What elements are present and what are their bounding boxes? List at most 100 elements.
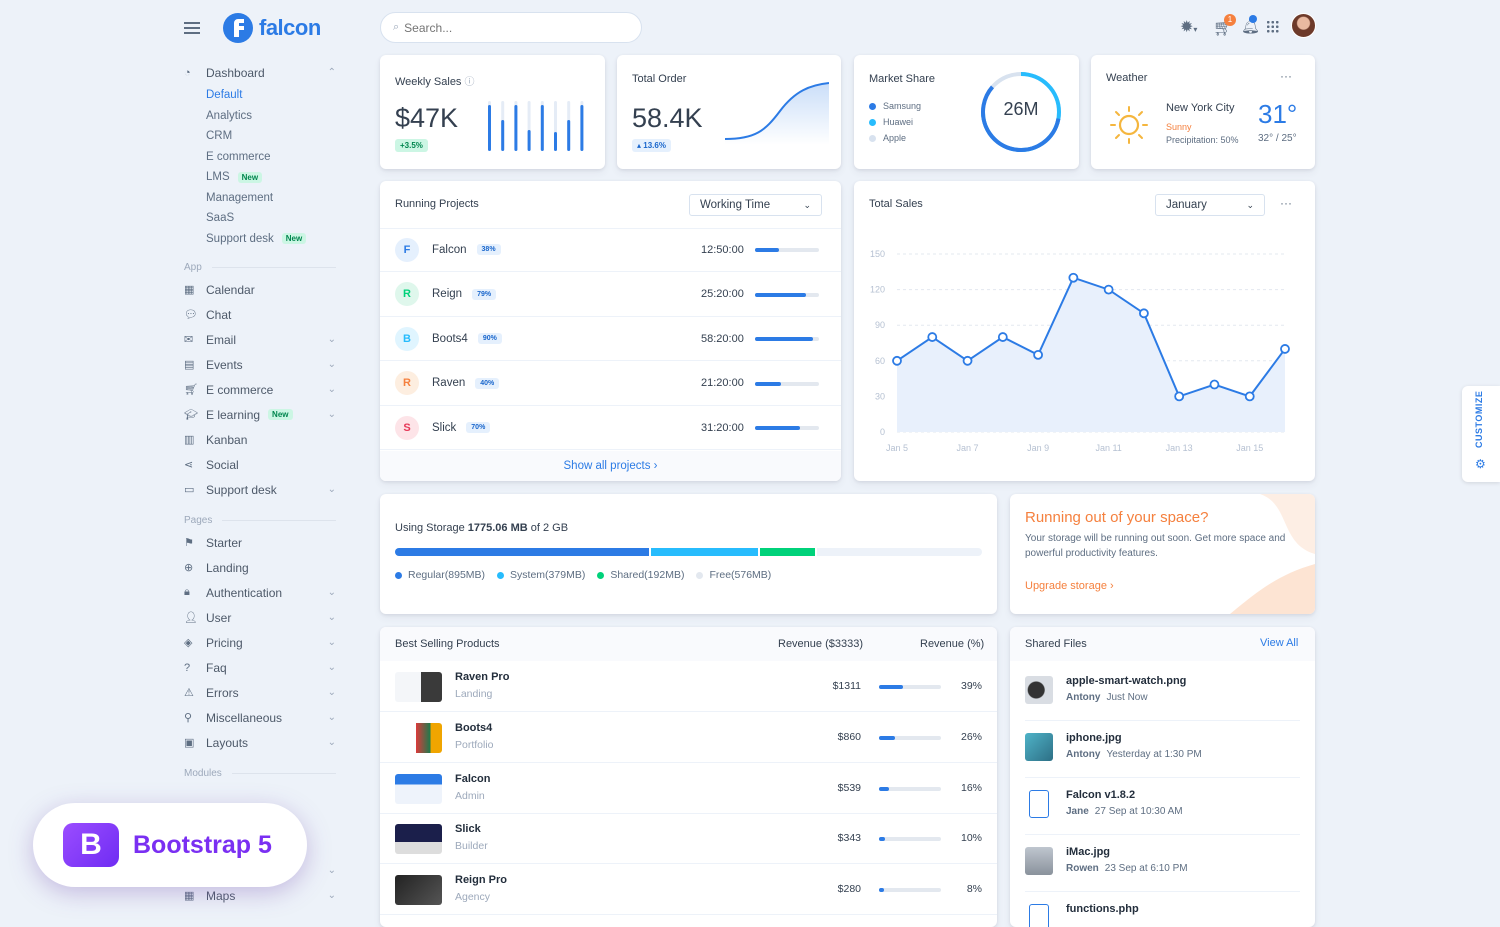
product-name[interactable]: Boots4 xyxy=(455,722,492,734)
nav-dashboard-sub[interactable]: Analytics xyxy=(184,106,336,127)
shared-file-row[interactable]: apple-smart-watch.png Antony Just Now xyxy=(1025,664,1300,721)
product-row[interactable]: Raven Pro Landing $1311 39% xyxy=(380,661,997,712)
nav-dashboard[interactable]: ◔ Dashboard ⌃ xyxy=(184,60,336,85)
new-badge: New xyxy=(268,409,293,420)
project-row[interactable]: R Reign 79% 25:20:00 xyxy=(380,273,841,317)
project-row[interactable]: S Slick 70% 31:20:00 xyxy=(380,406,841,451)
nav-app-item[interactable]: ⋖ Social xyxy=(184,452,336,477)
sales-point[interactable] xyxy=(1033,349,1043,360)
shared-file-row[interactable]: functions.php xyxy=(1025,892,1300,927)
theme-toggle-icon[interactable]: ✹▾ xyxy=(1180,17,1197,37)
nav-item-label: Authentication xyxy=(206,585,283,600)
market-share-center-value: 26M xyxy=(1003,99,1039,119)
project-name: Slick xyxy=(432,421,457,434)
project-row[interactable]: R Raven 40% 21:20:00 xyxy=(380,362,841,406)
sales-point[interactable] xyxy=(892,355,902,366)
upgrade-storage-link[interactable]: Upgrade storage › xyxy=(1025,580,1114,592)
nav-page-item[interactable]: ? Faq ⌄ xyxy=(184,655,336,680)
nav-app-item[interactable]: ✉ Email ⌄ xyxy=(184,327,336,352)
nav-app-item[interactable]: 💬︎ Chat xyxy=(184,302,336,327)
project-row[interactable]: F Falcon 38% 12:50:00 xyxy=(380,228,841,272)
product-row[interactable]: Reign Pro Agency $280 8% xyxy=(380,864,997,916)
show-all-projects-link[interactable]: Show all projects › xyxy=(380,451,841,481)
nav-page-item[interactable]: 👤︎ User ⌄ xyxy=(184,605,336,630)
project-pct-badge: 90% xyxy=(477,333,502,345)
sales-point[interactable] xyxy=(1209,379,1220,390)
sales-point[interactable] xyxy=(927,332,938,342)
nav-page-item[interactable]: ⊕ Landing xyxy=(184,555,336,580)
file-name[interactable]: iphone.jpg xyxy=(1066,732,1122,744)
menu-toggle-icon[interactable] xyxy=(184,22,200,34)
file-name[interactable]: functions.php xyxy=(1066,903,1139,915)
project-pct-badge: 79% xyxy=(472,288,497,300)
search-box[interactable]: ⌕ xyxy=(380,12,642,43)
apps-grid-icon[interactable] xyxy=(1266,20,1279,33)
product-name[interactable]: Falcon xyxy=(455,773,490,785)
product-name[interactable]: Raven Pro xyxy=(455,671,509,683)
sales-point[interactable] xyxy=(997,332,1008,342)
search-input[interactable] xyxy=(404,20,605,35)
nav-page-item[interactable]: ◈ Pricing ⌄ xyxy=(184,630,336,655)
storage-progress-bar xyxy=(395,548,982,556)
product-row[interactable]: Slick Builder $343 10% xyxy=(380,813,997,865)
nav-page-item[interactable]: ▣ Layouts ⌄ xyxy=(184,730,336,755)
shared-file-row[interactable]: iMac.jpg Rowen 23 Sep at 6:10 PM xyxy=(1025,835,1300,892)
gear-icon: ⚙ xyxy=(1475,457,1486,471)
weekly-sales-bar xyxy=(488,105,491,151)
nav-dashboard-sub[interactable]: Support desk New xyxy=(184,229,336,250)
sales-point[interactable] xyxy=(1174,391,1185,402)
sales-point[interactable] xyxy=(1244,391,1255,402)
nav-app-item[interactable]: 🛒︎ E commerce ⌄ xyxy=(184,377,336,402)
sales-area xyxy=(897,277,1285,432)
legend-dot xyxy=(696,571,704,579)
product-name[interactable]: Slick xyxy=(455,823,481,835)
nav-app-item[interactable]: 🎓︎ E learning New ⌄ xyxy=(184,402,336,427)
y-tick-label: 60 xyxy=(875,356,885,366)
sales-point[interactable] xyxy=(1139,308,1149,319)
brand-logo[interactable]: falcon xyxy=(222,12,321,44)
month-select[interactable]: January ⌄ xyxy=(1155,194,1265,216)
nav-page-item[interactable]: 🔒︎ Authentication ⌄ xyxy=(184,580,336,605)
nav-dashboard-sub[interactable]: Management xyxy=(184,188,336,209)
nav-dashboard-sub[interactable]: LMS New xyxy=(184,167,336,188)
file-name[interactable]: Falcon v1.8.2 xyxy=(1066,789,1135,801)
nav-app-item[interactable]: ▤ Events ⌄ xyxy=(184,352,336,377)
file-name[interactable]: iMac.jpg xyxy=(1066,846,1110,858)
product-category: Admin xyxy=(455,789,485,802)
nav-page-item[interactable]: ⚲ Miscellaneous ⌄ xyxy=(184,705,336,730)
bootstrap-promo[interactable]: B Bootstrap 5 xyxy=(33,803,307,887)
sales-point[interactable] xyxy=(962,355,973,366)
product-row[interactable]: Falcon Admin $539 16% xyxy=(380,763,997,814)
nav-dashboard-sub[interactable]: SaaS xyxy=(184,208,336,229)
more-options-icon[interactable]: ··· xyxy=(1280,196,1292,210)
weekly-sales-value: $47K xyxy=(395,103,459,133)
nav-icon: 💬︎ xyxy=(184,309,198,321)
sales-point[interactable] xyxy=(1103,284,1114,295)
product-row[interactable]: Boots4 Portfolio $860 26% xyxy=(380,712,997,763)
weather-precipitation: Precipitation: 50% xyxy=(1166,135,1239,145)
sales-point[interactable] xyxy=(1068,272,1079,283)
working-time-select[interactable]: Working Time ⌄ xyxy=(689,194,822,216)
more-options-icon[interactable]: ··· xyxy=(1280,69,1292,83)
file-name[interactable]: apple-smart-watch.png xyxy=(1066,675,1186,687)
nav-page-item[interactable]: ⚑ Starter xyxy=(184,530,336,555)
view-all-link[interactable]: View All xyxy=(1260,637,1298,649)
shared-file-row[interactable]: iphone.jpg Antony Yesterday at 1:30 PM xyxy=(1025,721,1300,778)
nav-page-item[interactable]: ⚠ Errors ⌄ xyxy=(184,680,336,705)
product-name[interactable]: Reign Pro xyxy=(455,874,507,886)
chevron-down-icon: ⌄ xyxy=(327,334,336,345)
nav-dashboard-sub[interactable]: CRM xyxy=(184,126,336,147)
legend-dot xyxy=(869,134,876,142)
total-order-change-badge: ▴ 13.6% xyxy=(632,139,671,152)
project-row[interactable]: B Boots4 90% 58:20:00 xyxy=(380,317,841,362)
nav-app-item[interactable]: ▭ Support desk ⌄ xyxy=(184,477,336,502)
nav-app-item[interactable]: ▦ Calendar xyxy=(184,277,336,302)
sales-point[interactable] xyxy=(1280,344,1290,354)
y-tick-label: 120 xyxy=(870,285,885,295)
nav-dashboard-sub[interactable]: Default xyxy=(184,85,336,106)
user-avatar[interactable] xyxy=(1291,13,1316,38)
shared-file-row[interactable]: Falcon v1.8.2 Jane 27 Sep at 10:30 AM xyxy=(1025,778,1300,835)
customize-tab[interactable]: CUSTOMIZE ⚙ xyxy=(1462,386,1500,482)
nav-app-item[interactable]: ▥ Kanban xyxy=(184,427,336,452)
nav-dashboard-sub[interactable]: E commerce xyxy=(184,147,336,168)
